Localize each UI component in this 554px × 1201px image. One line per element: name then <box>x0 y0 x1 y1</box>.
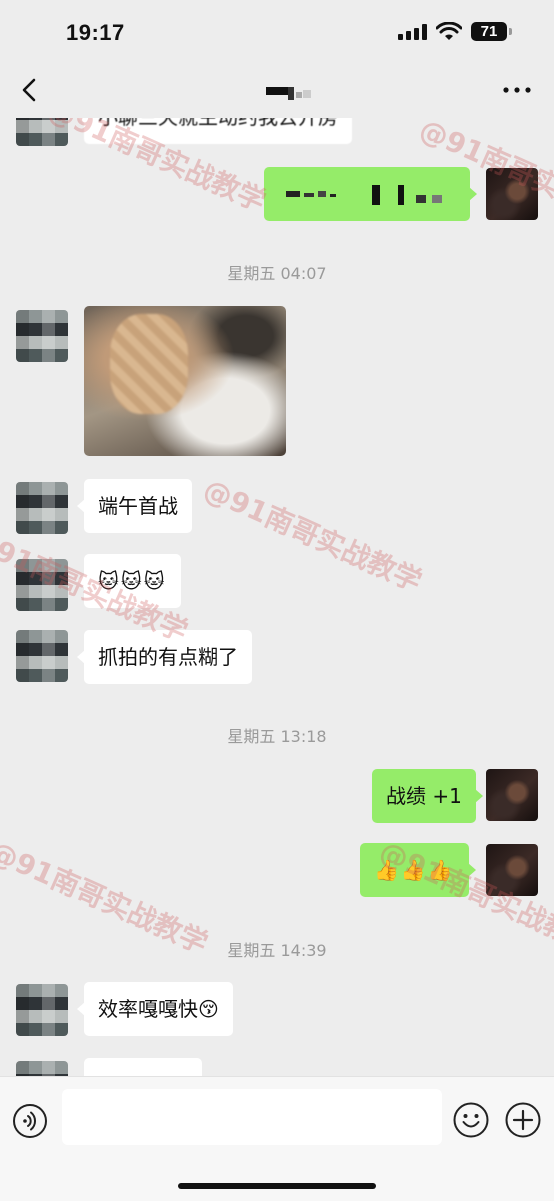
obscured-text <box>286 185 442 205</box>
timestamp: 星期五 13:18 <box>227 727 327 746</box>
more-icon[interactable] <box>498 78 536 102</box>
message-text: 端午首战 <box>98 494 178 518</box>
battery-tip <box>509 28 512 35</box>
message-bubble[interactable]: 效率嘎嘎快😚 <box>77 982 233 1036</box>
my-message-bubble[interactable]: 👍👍👍 <box>360 843 476 897</box>
signal-icon <box>398 24 427 40</box>
my-message-bubble[interactable] <box>264 167 477 221</box>
timestamp: 星期五 14:39 <box>227 941 327 960</box>
contact-avatar[interactable] <box>16 310 68 362</box>
contact-avatar[interactable] <box>16 482 68 534</box>
contact-avatar[interactable] <box>16 984 68 1036</box>
message-bubble[interactable] <box>84 1058 202 1076</box>
timestamp: 星期五 04:07 <box>227 264 327 283</box>
photo-message[interactable] <box>84 306 286 456</box>
my-avatar[interactable] <box>486 844 538 896</box>
chat-title-obscured <box>266 87 311 100</box>
contact-avatar[interactable] <box>16 630 68 682</box>
contact-avatar[interactable] <box>16 1061 68 1076</box>
status-bar: 19:17 71 <box>0 0 554 62</box>
message-text: 小聊三天就主动约我去开房 <box>98 118 338 129</box>
emoji-text: 👍👍👍 <box>374 858 455 882</box>
message-bubble[interactable]: 抓拍的有点糊了 <box>77 630 252 684</box>
message-bubble[interactable]: 端午首战 <box>77 479 192 533</box>
message-text: 效率嘎嘎快😚 <box>98 997 219 1021</box>
contact-avatar[interactable] <box>16 118 68 146</box>
blurred-area <box>110 314 188 414</box>
wifi-icon <box>436 22 462 40</box>
message-text: 战绩 +1 <box>386 784 462 808</box>
emoji-icon[interactable] <box>452 1101 490 1139</box>
chat-header <box>0 62 554 118</box>
voice-icon[interactable] <box>12 1103 48 1139</box>
plus-icon[interactable] <box>504 1101 542 1139</box>
my-avatar[interactable] <box>486 168 538 220</box>
home-indicator <box>178 1183 376 1189</box>
message-input[interactable] <box>62 1089 442 1145</box>
my-avatar[interactable] <box>486 769 538 821</box>
watermark: @91南哥实战教学 <box>198 472 427 599</box>
my-message-bubble[interactable]: 战绩 +1 <box>372 769 483 823</box>
back-icon[interactable] <box>16 76 44 104</box>
emoji-text: 🐱🐱🐱 <box>98 569 167 593</box>
message-bubble[interactable]: 小聊三天就主动约我去开房 <box>77 118 352 144</box>
message-text: 抓拍的有点糊了 <box>98 645 238 669</box>
status-time: 19:17 <box>66 20 125 45</box>
battery-icon: 71 <box>471 22 507 41</box>
contact-avatar[interactable] <box>16 559 68 611</box>
message-bubble[interactable]: 🐱🐱🐱 <box>77 554 181 608</box>
chat-messages[interactable]: 小聊三天就主动约我去开房 星期五 04:07 端午首战 🐱🐱🐱 抓拍的有点糊了 <box>0 118 554 1076</box>
